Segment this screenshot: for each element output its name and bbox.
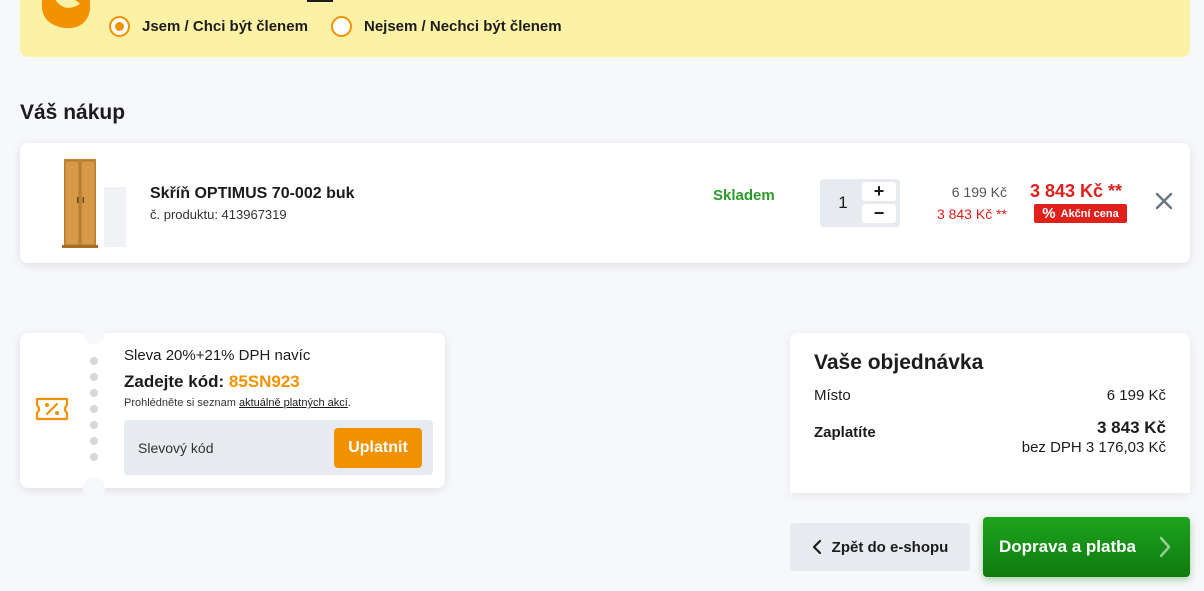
chevron-left-icon bbox=[812, 539, 821, 555]
coupon-code-prefix: Zadejte kód: bbox=[124, 372, 225, 391]
member-logo-icon bbox=[41, 0, 90, 29]
coupon-title: Sleva 20%+21% DPH navíc bbox=[124, 347, 311, 364]
coupon-notch-bottom bbox=[83, 477, 105, 499]
coupon-code-line: Zadejte kód: 85SN923 bbox=[124, 372, 300, 392]
cart-title: Váš nákup bbox=[20, 101, 126, 124]
coupon-perforation bbox=[90, 389, 98, 397]
product-name[interactable]: Skříň OPTIMUS 70-002 buk bbox=[150, 185, 355, 203]
summary-pay-label: Zaplatíte bbox=[814, 424, 876, 441]
summary-pay-value: 3 843 Kč bbox=[1097, 418, 1166, 437]
coupon-perforation bbox=[90, 357, 98, 365]
coupon-card: Sleva 20%+21% DPH navíc Zadejte kód: 85S… bbox=[20, 322, 445, 499]
coupon-code-input[interactable] bbox=[138, 420, 328, 475]
back-to-shop-button[interactable]: Zpět do e-shopu bbox=[790, 523, 970, 571]
membership-option-no[interactable]: Nejsem / Nechci být členem bbox=[331, 16, 562, 37]
product-image[interactable] bbox=[34, 157, 126, 249]
summary-place-label: Místo bbox=[814, 387, 851, 404]
sale-badge: % Akční cena bbox=[1034, 204, 1127, 223]
quantity-decrease-button[interactable]: − bbox=[862, 204, 896, 223]
apply-coupon-button[interactable]: Uplatnit bbox=[334, 428, 422, 468]
coupon-form: Uplatnit bbox=[124, 420, 433, 475]
summary-title: Vaše objednávka bbox=[814, 351, 984, 374]
coupon-code: 85SN923 bbox=[228, 372, 300, 391]
coupon-perforation bbox=[90, 437, 98, 445]
summary-place-value: 6 199 Kč bbox=[1106, 387, 1166, 404]
quantity-increase-button[interactable]: + bbox=[862, 182, 896, 201]
quantity-value[interactable]: 1 bbox=[820, 179, 866, 227]
chevron-right-icon bbox=[1159, 536, 1171, 558]
coupon-notch-top bbox=[83, 322, 105, 344]
receipt-edge bbox=[790, 478, 1190, 492]
radio-checked-icon[interactable] bbox=[109, 16, 130, 37]
coupon-note: Prohlédněte si seznam aktuálně platných … bbox=[124, 397, 351, 409]
order-summary: Vaše objednávka Místo 6 199 Kč Zaplatíte… bbox=[790, 333, 1190, 493]
membership-option-yes[interactable]: Jsem / Chci být členem bbox=[109, 16, 308, 37]
back-to-shop-label: Zpět do e-shopu bbox=[831, 538, 949, 556]
quantity-stepper: 1 + − bbox=[820, 179, 900, 227]
coupon-note-prefix: Prohlédněte si seznam bbox=[124, 397, 236, 409]
close-icon[interactable] bbox=[1154, 191, 1174, 211]
product-code: č. produktu: 413967319 bbox=[150, 207, 287, 222]
coupon-perforation bbox=[90, 453, 98, 461]
price-original: 6 199 Kč bbox=[951, 184, 1007, 200]
sale-badge-label: Akční cena bbox=[1060, 207, 1119, 220]
coupon-perforation bbox=[90, 421, 98, 429]
price-final: 3 843 Kč ** bbox=[1030, 181, 1123, 201]
coupon-note-suffix: . bbox=[347, 397, 351, 409]
summary-pay-without-vat: bez DPH 3 176,03 Kč bbox=[1021, 439, 1166, 456]
cart-item-card: Skříň OPTIMUS 70-002 buk č. produktu: 41… bbox=[20, 143, 1190, 263]
percent-icon: % bbox=[1042, 205, 1056, 222]
coupon-perforation bbox=[90, 373, 98, 381]
discount-ticket-icon bbox=[35, 397, 69, 421]
membership-option-yes-label: Jsem / Chci být členem bbox=[142, 18, 308, 35]
coupon-perforation bbox=[90, 405, 98, 413]
stock-status: Skladem bbox=[713, 187, 775, 204]
active-promotions-link[interactable]: aktuálně platných akcí bbox=[239, 397, 348, 409]
shipping-and-payment-label: Doprava a platba bbox=[999, 537, 1136, 556]
membership-option-no-label: Nejsem / Nechci být členem bbox=[364, 18, 562, 35]
shipping-and-payment-button[interactable]: Doprava a platba bbox=[983, 517, 1190, 577]
banner-underline-mark bbox=[307, 0, 333, 2]
radio-unchecked-icon[interactable] bbox=[331, 16, 352, 37]
price-member: 3 843 Kč ** bbox=[936, 206, 1007, 222]
